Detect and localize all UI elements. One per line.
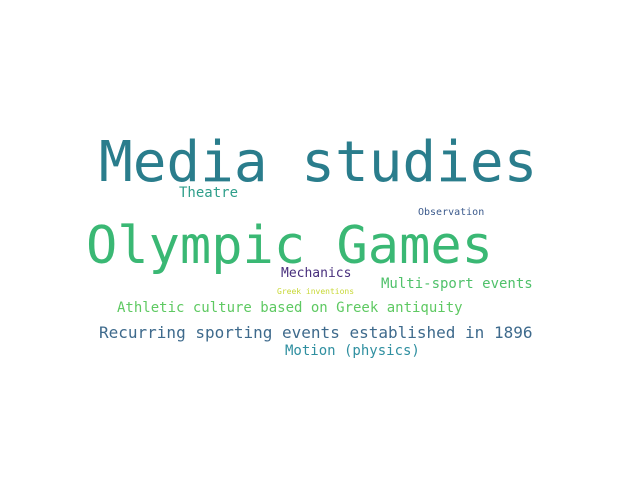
word-media-studies: Media studies [99,130,538,195]
word-olympic-games: Olympic Games [86,216,493,276]
word-greek-inventions: Greek inventions [277,287,355,296]
word-athletic-culture: Athletic culture based on Greek antiquit… [117,300,463,316]
word-theatre: Theatre [179,185,239,201]
word-cloud: Media studies Olympic Games Theatre Obse… [0,0,640,480]
word-observation: Observation [418,207,485,218]
word-multi-sport-events: Multi-sport events [381,276,533,292]
word-motion-physics: Motion (physics) [285,343,420,359]
word-recurring-sporting-events: Recurring sporting events established in… [99,323,533,342]
word-mechanics: Mechanics [281,266,352,281]
